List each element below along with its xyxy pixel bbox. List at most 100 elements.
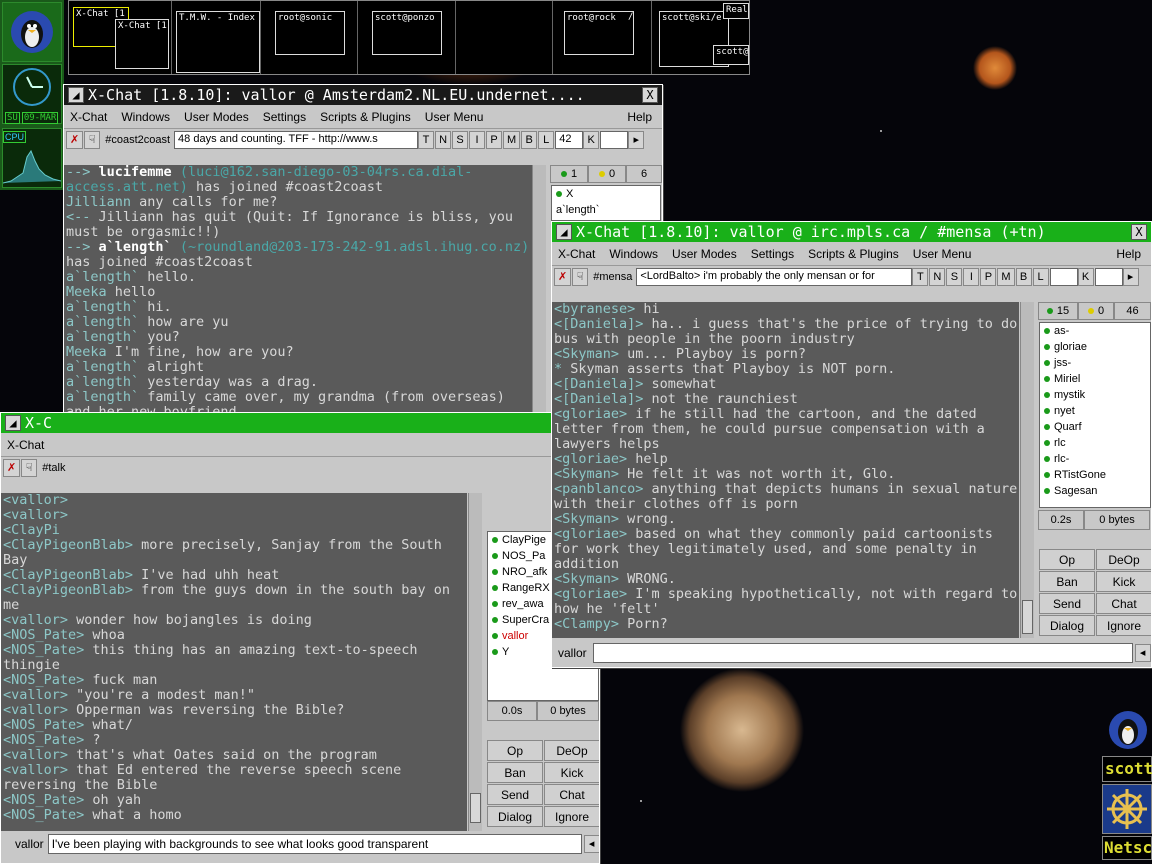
dock-cpu-monitor[interactable]: CPU [2, 128, 62, 188]
pager-desk-1[interactable]: X-Chat [1 X-Chat [1 [69, 1, 172, 74]
user-list-item[interactable]: jss- [1040, 355, 1150, 371]
window-mensa[interactable]: ◢ X-Chat [1.8.10]: vallor @ irc.mpls.ca … [551, 221, 1152, 668]
user-list-item[interactable]: a`length` [552, 202, 660, 218]
input-scroll-left[interactable]: ◂ [1134, 644, 1151, 662]
mode-p-toggle[interactable]: P [980, 268, 997, 286]
pager-window[interactable]: X-Chat [1 [115, 19, 169, 69]
close-tab-icon[interactable]: ✗ [3, 459, 21, 477]
message-input[interactable] [592, 643, 1133, 663]
dialog-button[interactable]: Dialog [1039, 615, 1095, 636]
close-tab-icon[interactable]: ✗ [554, 268, 572, 286]
menu-user-menu[interactable]: User Menu [425, 110, 484, 124]
mode-k-toggle[interactable]: K [1077, 268, 1094, 286]
menu-windows[interactable]: Windows [609, 247, 658, 261]
pager-desk-2[interactable]: T.M.W. - Index - [173, 1, 261, 74]
user-list-item[interactable]: rlc [1040, 435, 1150, 451]
menu-help[interactable]: Help [627, 110, 652, 124]
detach-icon[interactable]: ☟ [572, 268, 589, 286]
pager-window[interactable]: RealP [723, 3, 749, 19]
detach-icon[interactable]: ☟ [21, 459, 38, 477]
user-list-item[interactable]: Sagesan [1040, 483, 1150, 499]
toggle-userlist-button[interactable]: ▸ [628, 131, 645, 149]
ban-button[interactable]: Ban [1039, 571, 1095, 592]
dock-tile-logo[interactable] [2, 2, 62, 62]
menu-scripts-plugins[interactable]: Scripts & Plugins [320, 110, 411, 124]
mode-t-toggle[interactable]: T [418, 131, 435, 149]
mode-s-toggle[interactable]: S [452, 131, 469, 149]
mode-s-toggle[interactable]: S [946, 268, 963, 286]
kick-button[interactable]: Kick [544, 762, 599, 783]
deop-button[interactable]: DeOp [1096, 549, 1151, 570]
pager-desk-4[interactable]: scott@ponzo [359, 1, 456, 74]
pager-window[interactable]: / [626, 11, 648, 27]
window-titlebar[interactable]: ◢ X-Chat [1.8.10]: vallor @ irc.mpls.ca … [552, 222, 1151, 242]
ignore-button[interactable]: Ignore [1096, 615, 1151, 636]
scrollbar-thumb[interactable] [470, 793, 481, 823]
pager-window[interactable]: T.M.W. - Index - [176, 11, 260, 73]
mode-m-toggle[interactable]: M [997, 268, 1015, 286]
mode-n-toggle[interactable]: N [929, 268, 946, 286]
mode-l-toggle[interactable]: L [538, 131, 555, 149]
mode-b-toggle[interactable]: B [521, 131, 538, 149]
user-list-item[interactable]: X [552, 186, 660, 202]
close-tab-icon[interactable]: ✗ [66, 131, 84, 149]
pager-window[interactable]: scott@ [713, 45, 749, 65]
window-titlebar[interactable]: ◢ X-C [1, 413, 599, 433]
menu-user-menu[interactable]: User Menu [913, 247, 972, 261]
menu-settings[interactable]: Settings [263, 110, 306, 124]
desktop-pager[interactable]: X-Chat [1 X-Chat [1 T.M.W. - Index - roo… [68, 0, 750, 75]
send-button[interactable]: Send [487, 784, 543, 805]
menu-user-modes[interactable]: User Modes [184, 110, 249, 124]
scrollbar-thumb[interactable] [1022, 600, 1033, 634]
menu-xchat[interactable]: X-Chat [7, 438, 44, 452]
window-menu-button[interactable]: ◢ [68, 87, 84, 103]
mode-k-toggle[interactable]: K [583, 131, 600, 149]
pager-desk-3[interactable]: root@sonic [262, 1, 358, 74]
dialog-button[interactable]: Dialog [487, 806, 543, 827]
user-list-item[interactable]: rlc- [1040, 451, 1150, 467]
window-menu-button[interactable]: ◢ [5, 415, 21, 431]
limit-field[interactable] [1049, 268, 1078, 286]
user-list[interactable]: as-gloriae jss- Miriel mystik nyet Quarf rlc rl… [1039, 322, 1151, 508]
user-list-item[interactable]: Miriel [1040, 371, 1150, 387]
menu-xchat[interactable]: X-Chat [558, 247, 595, 261]
netscape-launcher[interactable]: Netsc [1102, 836, 1152, 860]
chat-scrollbar[interactable] [1020, 302, 1034, 638]
pager-window[interactable]: scott@ponzo [372, 11, 442, 55]
pager-window[interactable]: root@rock [564, 11, 634, 55]
nick-button[interactable]: vallor [552, 646, 593, 660]
mode-n-toggle[interactable]: N [435, 131, 452, 149]
deop-button[interactable]: DeOp [544, 740, 599, 761]
mode-m-toggle[interactable]: M [503, 131, 521, 149]
user-list[interactable]: X a`length` [551, 185, 661, 221]
toggle-userlist-button[interactable]: ▸ [1122, 268, 1139, 286]
op-button[interactable]: Op [487, 740, 543, 761]
mode-t-toggle[interactable]: T [912, 268, 929, 286]
key-field[interactable] [600, 131, 629, 149]
ban-button[interactable]: Ban [487, 762, 543, 783]
close-button[interactable]: X [1131, 224, 1147, 240]
detach-icon[interactable]: ☟ [84, 131, 101, 149]
menu-help[interactable]: Help [1116, 247, 1141, 261]
chat-button[interactable]: Chat [544, 784, 599, 805]
user-list-item[interactable]: nyet [1040, 403, 1150, 419]
menu-windows[interactable]: Windows [121, 110, 170, 124]
input-scroll-left[interactable]: ◂ [583, 835, 599, 853]
mode-b-toggle[interactable]: B [1015, 268, 1032, 286]
limit-field[interactable]: 42 [555, 131, 584, 149]
window-talk[interactable]: ◢ X-C X-Chat ✗ ☟ #talk <vallor> <vallor> <… [0, 412, 600, 864]
menu-xchat[interactable]: X-Chat [70, 110, 107, 124]
window-menu-button[interactable]: ◢ [556, 224, 572, 240]
dock-clock[interactable]: SU 09-MAR [2, 64, 62, 124]
menu-settings[interactable]: Settings [751, 247, 794, 261]
mode-i-toggle[interactable]: I [963, 268, 980, 286]
user-list-item[interactable]: gloriae [1040, 339, 1150, 355]
topic-field[interactable]: <LordBalto> i'm probably the only mensan… [636, 268, 913, 286]
mode-p-toggle[interactable]: P [486, 131, 503, 149]
pager-desk-6[interactable]: root@rock / [554, 1, 652, 74]
menu-user-modes[interactable]: User Modes [672, 247, 737, 261]
key-field[interactable] [1094, 268, 1123, 286]
user-list-item[interactable]: RTistGone [1040, 467, 1150, 483]
kick-button[interactable]: Kick [1096, 571, 1151, 592]
ignore-button[interactable]: Ignore [544, 806, 599, 827]
